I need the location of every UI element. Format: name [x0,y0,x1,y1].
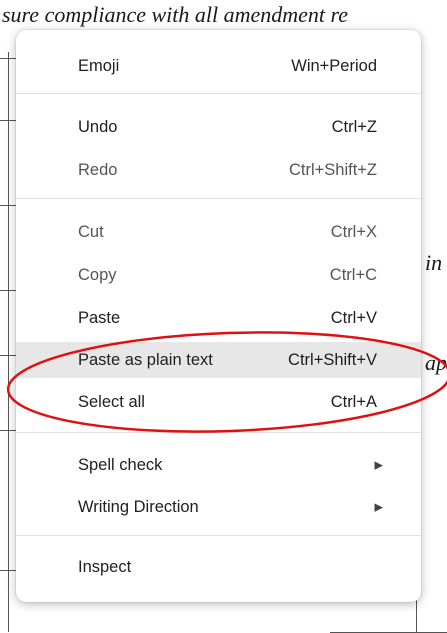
menu-item-cut[interactable]: Cut Ctrl+X [16,214,421,250]
table-border [0,290,16,291]
menu-item-label: Cut [78,222,104,241]
table-border [0,570,16,571]
menu-item-shortcut: Ctrl+Shift+V [288,350,377,369]
menu-item-emoji[interactable]: Emoji Win+Period [16,48,421,84]
menu-item-shortcut: Ctrl+V [330,308,377,327]
submenu-arrow-icon: ▶ [374,501,383,514]
table-border-left [8,52,9,632]
menu-item-copy[interactable]: Copy Ctrl+C [16,257,421,293]
menu-separator [16,432,421,433]
menu-item-label: Inspect [78,557,132,576]
table-border [0,355,16,356]
menu-item-label: Paste as plain text [78,350,213,369]
submenu-arrow-icon: ▶ [374,459,383,472]
menu-item-shortcut: Ctrl+C [329,265,377,284]
menu-item-spell-check[interactable]: Spell check ▶ [16,447,421,483]
menu-item-redo[interactable]: Redo Ctrl+Shift+Z [16,152,421,188]
menu-separator [16,93,421,94]
menu-item-label: Emoji [78,56,120,75]
document-text-line: sure compliance with all amendment re [2,2,349,27]
menu-item-label: Spell check [78,455,163,474]
menu-item-label: Select all [78,392,145,411]
menu-item-label: Copy [78,265,117,284]
menu-item-shortcut: Ctrl+A [330,392,377,411]
context-menu: Emoji Win+Period Undo Ctrl+Z Redo Ctrl+S… [16,30,421,602]
table-border-right [416,600,417,633]
menu-item-undo[interactable]: Undo Ctrl+Z [16,109,421,145]
menu-item-shortcut: Ctrl+X [330,222,377,241]
document-text-fragment: ap [425,350,447,375]
menu-item-paste[interactable]: Paste Ctrl+V [16,300,421,336]
menu-item-shortcut: Win+Period [291,56,377,75]
menu-item-writing-direction[interactable]: Writing Direction ▶ [16,489,421,525]
menu-item-label: Redo [78,160,118,179]
menu-item-label: Undo [78,117,118,136]
menu-separator [16,535,421,536]
menu-separator [16,198,421,199]
menu-item-shortcut: Ctrl+Shift+Z [288,160,377,179]
menu-item-shortcut: Ctrl+Z [331,117,377,136]
menu-item-paste-plain-text[interactable]: Paste as plain text Ctrl+Shift+V [16,342,421,378]
menu-item-label: Paste [78,308,121,327]
table-border [0,430,16,431]
menu-item-select-all[interactable]: Select all Ctrl+A [16,384,421,420]
menu-item-inspect[interactable]: Inspect [16,549,421,585]
menu-item-label: Writing Direction [78,497,199,516]
table-border [0,120,16,121]
table-border [0,58,16,59]
document-text-fragment: in [425,250,443,275]
table-border [0,205,16,206]
